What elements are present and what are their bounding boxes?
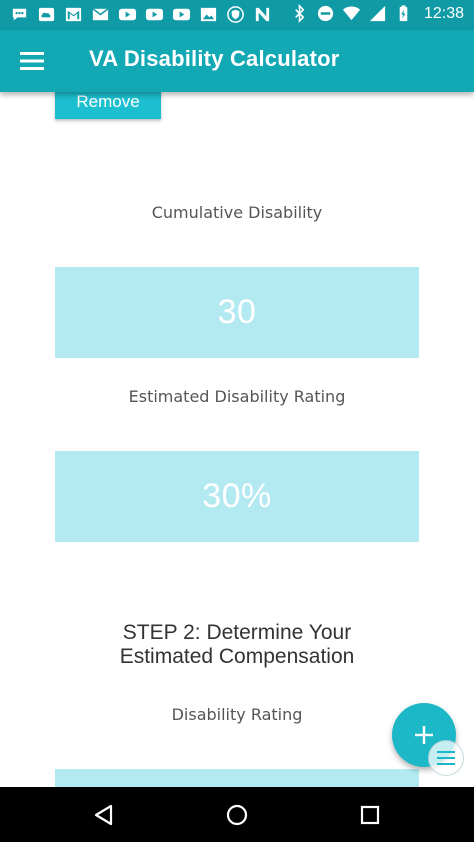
hamburger-menu-icon bbox=[20, 52, 44, 70]
recents-button[interactable] bbox=[356, 801, 384, 829]
estimated-rating-label: Estimated Disability Rating bbox=[128, 387, 346, 406]
battery-icon bbox=[394, 4, 413, 23]
shield-icon bbox=[226, 5, 245, 24]
status-bar: 12:38 bbox=[0, 0, 474, 30]
notification-icons bbox=[10, 5, 272, 24]
floating-menu-bubble[interactable] bbox=[428, 740, 464, 776]
youtube-icon bbox=[118, 5, 137, 24]
lines-icon bbox=[437, 751, 455, 765]
plus-icon bbox=[415, 726, 433, 744]
back-icon bbox=[94, 804, 113, 826]
screen: 12:38 VA Disability Calculator Remove Cu… bbox=[0, 0, 474, 842]
do-not-disturb-icon bbox=[316, 4, 335, 23]
n-app-icon bbox=[253, 5, 272, 24]
youtube-icon bbox=[172, 5, 191, 24]
gmail-icon bbox=[64, 5, 83, 24]
step2-heading-line1: STEP 2: Determine Your bbox=[122, 621, 352, 644]
home-icon bbox=[226, 804, 248, 826]
status-time: 12:38 bbox=[423, 4, 464, 22]
navigation-bar bbox=[0, 787, 474, 842]
cumulative-disability-label: Cumulative Disability bbox=[151, 203, 323, 222]
disability-rating-field[interactable] bbox=[55, 769, 419, 789]
step2-heading: STEP 2: Determine Your Estimated Compens… bbox=[0, 621, 474, 669]
messenger-icon bbox=[10, 5, 29, 24]
signal-icon bbox=[368, 4, 387, 23]
image-icon bbox=[199, 5, 218, 24]
wifi-icon bbox=[342, 4, 361, 23]
mail-icon bbox=[91, 5, 110, 24]
cumulative-disability-value: 30 bbox=[55, 267, 419, 358]
recents-icon bbox=[360, 805, 380, 825]
estimated-rating-value: 30% bbox=[55, 451, 419, 542]
bluetooth-icon bbox=[290, 4, 309, 23]
home-button[interactable] bbox=[223, 801, 251, 829]
app-title: VA Disability Calculator bbox=[89, 46, 340, 71]
system-icons: 12:38 bbox=[290, 4, 464, 23]
cloud-icon bbox=[37, 5, 56, 24]
app-bar: VA Disability Calculator bbox=[0, 30, 474, 92]
step2-heading-line2: Estimated Compensation bbox=[119, 645, 355, 668]
menu-button[interactable] bbox=[16, 46, 48, 76]
back-button[interactable] bbox=[90, 801, 118, 829]
youtube-icon bbox=[145, 5, 164, 24]
